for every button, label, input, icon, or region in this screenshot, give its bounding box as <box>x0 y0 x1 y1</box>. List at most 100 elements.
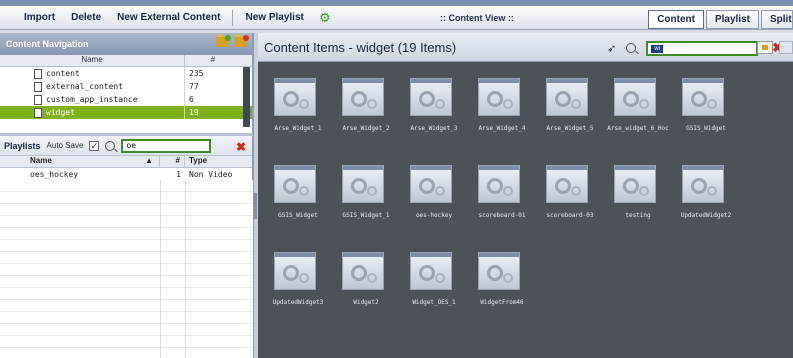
playlist-search-input[interactable] <box>121 138 212 153</box>
search-icon[interactable] <box>105 140 116 151</box>
add-folder-icon[interactable] <box>216 34 231 47</box>
content-item-tile[interactable]: scoreboard-03 <box>536 165 604 219</box>
playlists-title: Playlists <box>4 140 41 151</box>
widget-thumbnail-icon <box>410 252 452 290</box>
nav-column-header: Name # <box>0 55 252 67</box>
nav-row-name: custom_app_instance <box>46 95 138 104</box>
content-item-label: testing <box>625 212 651 219</box>
nav-row-external-content[interactable]: external_content 77 <box>0 80 252 93</box>
nav-row-count: 235 <box>189 69 204 78</box>
nav-row-count: 19 <box>189 108 199 117</box>
content-navigation-header: Content Navigation <box>0 33 252 55</box>
pl-row-type: Non Video <box>189 169 233 179</box>
sort-arrow-icon: ▲ <box>145 156 153 165</box>
content-item-tile[interactable]: scoreboard-01 <box>468 165 536 219</box>
search-icon[interactable] <box>626 43 637 53</box>
remove-folder-icon[interactable] <box>234 34 249 47</box>
nav-row-count: 77 <box>189 82 199 91</box>
content-item-tile[interactable]: GSIS_Widget <box>264 165 332 219</box>
clear-search-icon[interactable]: ✖ <box>236 140 246 154</box>
playlist-row[interactable]: oes_hockey 1 Non Video <box>0 168 252 180</box>
nav-row-custom-app-instance[interactable]: custom_app_instance 6 <box>0 93 252 106</box>
pl-col-type[interactable]: Type <box>185 156 207 167</box>
widget-thumbnail-icon <box>682 78 724 116</box>
content-item-tile[interactable]: Arse_Widget_2 <box>332 78 400 132</box>
content-item-label: oes-hockey <box>415 212 453 219</box>
widget-thumbnail-icon <box>342 78 384 116</box>
nav-row-content[interactable]: content 235 <box>0 67 252 80</box>
content-item-label: Arse_Widget_1 <box>274 125 322 132</box>
view-title: :: Content View :: <box>440 13 514 23</box>
nav-col-count[interactable]: # <box>185 55 241 66</box>
nav-col-name[interactable]: Name <box>0 55 185 66</box>
playlist-grid <box>0 180 253 358</box>
widget-thumbnail-icon <box>478 165 520 203</box>
new-playlist-button[interactable]: New Playlist <box>237 6 311 29</box>
auto-save-checkbox[interactable]: ✓ <box>89 140 100 151</box>
list-view-icon[interactable] <box>779 41 793 54</box>
content-item-label: Arse_Widget_4 <box>478 125 526 132</box>
widget-thumbnail-icon <box>614 165 656 203</box>
divider-grip[interactable] <box>254 193 257 219</box>
content-item-tile[interactable]: testing <box>604 165 672 219</box>
content-item-label: UpdatedWidget2 <box>680 212 732 219</box>
settings-gear-icon[interactable]: ⚙ <box>318 10 332 25</box>
content-item-label: Arse_Widget_3 <box>410 125 458 132</box>
new-external-content-button[interactable]: New External Content <box>109 6 228 29</box>
document-icon <box>34 107 42 118</box>
tab-playlist[interactable]: Playlist <box>705 10 759 29</box>
content-item-tile[interactable]: Arse_widget_6_Hoc <box>604 78 672 132</box>
content-item-tile[interactable]: Arse_Widget_1 <box>264 78 332 132</box>
pl-col-count[interactable]: # <box>160 156 185 167</box>
content-item-tile[interactable]: UpdatedWidget3 <box>264 252 332 306</box>
content-item-tile[interactable]: Arse_Widget_3 <box>400 78 468 132</box>
tab-content[interactable]: Content <box>648 10 704 29</box>
nav-row-widget[interactable]: widget 19 <box>0 106 252 119</box>
import-button[interactable]: Import <box>16 6 63 29</box>
thumbnail-view-icon[interactable] <box>757 41 773 54</box>
tab-split[interactable]: Split <box>761 10 793 29</box>
content-item-label: Widget2 <box>353 299 379 306</box>
widget-thumbnail-icon <box>478 78 520 116</box>
widget-thumbnail-icon <box>546 78 588 116</box>
content-item-tile[interactable]: Arse_Widget_5 <box>536 78 604 132</box>
content-item-tile[interactable]: Arse_Widget_4 <box>468 78 536 132</box>
toolbar-separator <box>232 9 234 26</box>
nav-row-name: widget <box>46 108 75 117</box>
content-item-label: GSIS_Widget <box>278 212 318 219</box>
document-icon <box>34 68 42 79</box>
pl-row-count: 1 <box>176 169 181 179</box>
content-item-tile[interactable]: Widget2 <box>332 252 400 306</box>
nav-scrollbar[interactable] <box>243 67 250 127</box>
delete-button[interactable]: Delete <box>63 6 109 29</box>
content-item-tile[interactable]: UpdatedWidget2 <box>672 165 740 219</box>
pl-col-name[interactable]: Name <box>30 156 52 167</box>
playlists-panel: Playlists Auto Save ✓ ✖ Name ▲ # Type oes… <box>0 136 253 358</box>
content-navigation-panel: Content Navigation Name # content 235 ex… <box>0 33 253 133</box>
content-items-title: Content Items - widget (19 Items) <box>264 39 457 55</box>
main-toolbar: Import Delete New External Content New P… <box>0 0 793 30</box>
playlist-column-header: Name ▲ # Type <box>0 156 252 168</box>
content-item-label: Arse_widget_6_Hoc <box>607 125 669 132</box>
content-item-tile[interactable]: GSIS_Widget_1 <box>332 165 400 219</box>
widget-thumbnail-icon <box>410 165 452 203</box>
content-item-label: Widget_OES_1 <box>412 299 456 306</box>
auto-save-label: Auto Save <box>46 141 84 150</box>
widget-thumbnail-icon <box>410 78 452 116</box>
content-items-grid: Arse_Widget_1 Arse_Widget_2 Arse_Widget_3 A… <box>258 62 793 358</box>
widget-thumbnail-icon <box>342 165 384 203</box>
content-item-tile[interactable]: oes-hockey <box>400 165 468 219</box>
search-selected-text: wi <box>651 44 664 53</box>
content-item-tile[interactable]: GSIS_Widget <box>672 78 740 132</box>
pointer-icon[interactable]: ➶ <box>607 42 616 55</box>
content-item-label: GSIS_Widget <box>686 125 726 132</box>
nav-row-count: 6 <box>189 95 194 104</box>
content-item-tile[interactable]: Widget_OES_1 <box>400 252 468 306</box>
document-icon <box>34 81 42 92</box>
content-item-tile[interactable]: WidgetFrom46 <box>468 252 536 306</box>
pl-row-name: oes_hockey <box>30 169 79 179</box>
content-search-input[interactable]: wi <box>646 40 759 56</box>
widget-thumbnail-icon <box>614 78 656 116</box>
content-item-label: scoreboard-01 <box>478 212 526 219</box>
widget-thumbnail-icon <box>274 78 316 116</box>
